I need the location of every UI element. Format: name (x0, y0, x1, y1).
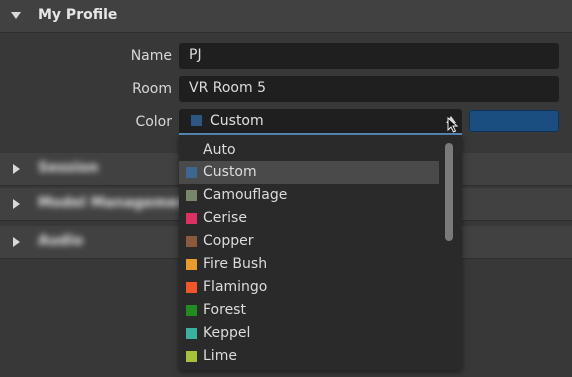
color-select-value: Custom (210, 113, 264, 129)
name-value: PJ (189, 47, 202, 63)
dropdown-option-label: Cerise (203, 210, 247, 226)
color-swatch-icon (186, 328, 197, 339)
room-value: VR Room 5 (189, 80, 266, 96)
dropdown-option-label: Flamingo (203, 279, 268, 295)
dropdown-option[interactable]: Custom (179, 161, 439, 184)
color-swatch-icon (186, 190, 197, 201)
color-label: Color (135, 114, 172, 130)
color-select[interactable]: Custom (179, 109, 462, 135)
dropdown-option-label: Keppel (203, 325, 251, 341)
scrollbar-thumb[interactable] (445, 143, 453, 241)
name-input[interactable]: PJ (179, 43, 559, 69)
selected-color-swatch (191, 115, 202, 126)
section-title: Model Management (38, 195, 194, 211)
dropdown-option-label: Fire Bush (203, 256, 268, 272)
dropdown-option[interactable]: Auto (179, 139, 439, 162)
dropdown-option-label: Camouflage (203, 187, 288, 203)
dropdown-option[interactable]: Flamingo (179, 276, 439, 299)
room-input[interactable]: VR Room 5 (179, 76, 559, 102)
cursor-icon (447, 117, 459, 133)
color-swatch-icon (186, 282, 197, 293)
dropdown-option[interactable]: Lime (179, 345, 439, 368)
color-swatch-icon (186, 167, 197, 178)
color-swatch-icon (186, 213, 197, 224)
section-title: Session (38, 160, 99, 176)
dropdown-option[interactable]: Copper (179, 230, 439, 253)
room-label: Room (132, 81, 172, 97)
expand-arrow-icon[interactable] (13, 199, 20, 209)
expand-arrow-icon[interactable] (13, 164, 20, 174)
color-swatch-icon (186, 305, 197, 316)
dropdown-option-label: Custom (203, 164, 257, 180)
my-profile-header[interactable]: My Profile (0, 0, 572, 33)
dropdown-option[interactable]: Fire Bush (179, 253, 439, 276)
color-swatch-icon (186, 259, 197, 270)
section-title: Audio (38, 233, 84, 249)
dropdown-option[interactable]: Forest (179, 299, 439, 322)
name-label: Name (130, 48, 172, 64)
dropdown-option-label: Lime (203, 348, 237, 364)
section-title: My Profile (38, 7, 118, 23)
dropdown-option-label: Auto (203, 142, 236, 158)
dropdown-option-label: Copper (203, 233, 254, 249)
color-swatch-icon (186, 351, 197, 362)
color-picker-button[interactable] (469, 110, 559, 132)
expand-arrow-icon[interactable] (13, 237, 20, 247)
dropdown-option[interactable]: Cerise (179, 207, 439, 230)
color-dropdown-list[interactable]: Auto Custom Camouflage Cerise Copper Fire Bus… (179, 135, 462, 370)
dropdown-option[interactable]: Camouflage (179, 184, 439, 207)
dropdown-option-label: Forest (203, 302, 246, 318)
dropdown-option[interactable]: Keppel (179, 322, 439, 345)
collapse-arrow-icon[interactable] (11, 12, 21, 19)
color-swatch-icon (186, 236, 197, 247)
